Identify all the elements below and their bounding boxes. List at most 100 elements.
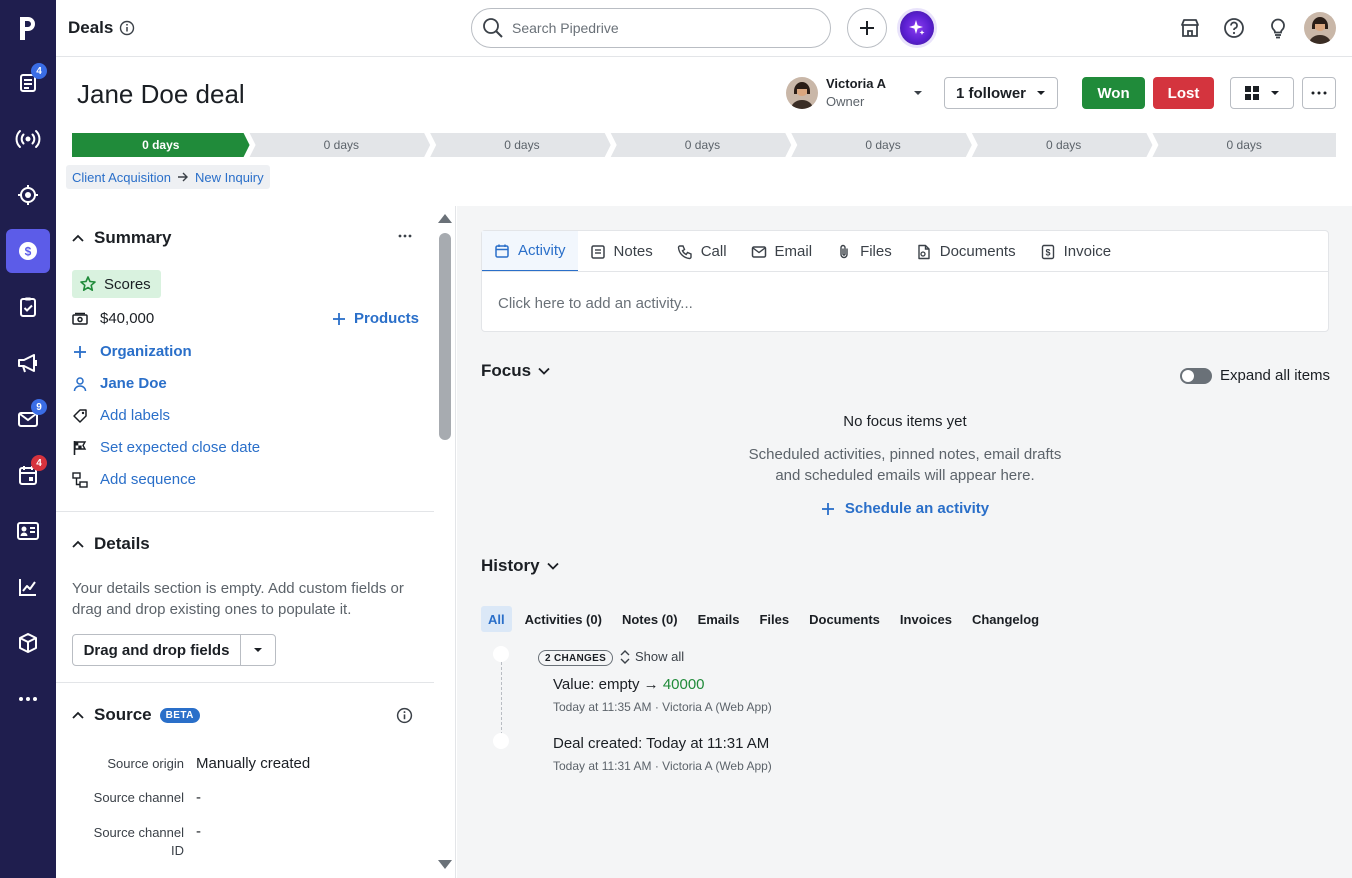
- nav-campaigns[interactable]: [6, 341, 50, 385]
- details-header[interactable]: Details: [70, 534, 150, 554]
- pipeline-stage-label[interactable]: 0 days: [794, 133, 972, 157]
- focus-empty-text: Scheduled activities, pinned notes, emai…: [748, 446, 1062, 484]
- nav-products[interactable]: [6, 621, 50, 665]
- summary-menu-button[interactable]: [398, 234, 412, 238]
- help-button[interactable]: [1220, 14, 1248, 42]
- deal-title[interactable]: Jane Doe deal: [77, 79, 245, 110]
- tab-files[interactable]: Files: [824, 231, 904, 272]
- breadcrumb-stage[interactable]: New Inquiry: [195, 170, 264, 185]
- tab-call[interactable]: Call: [665, 231, 739, 272]
- sidebar-scroll-thumb[interactable]: [439, 233, 451, 440]
- history-header[interactable]: History: [481, 556, 560, 576]
- pipeline-stage-label[interactable]: 0 days: [72, 133, 250, 157]
- more-horizontal-icon: [398, 234, 412, 238]
- quick-add-button[interactable]: [847, 8, 887, 48]
- info-icon[interactable]: [119, 20, 135, 36]
- tab-email[interactable]: Email: [739, 231, 825, 272]
- won-button[interactable]: Won: [1082, 77, 1145, 109]
- add-products-link[interactable]: Products: [332, 310, 419, 327]
- drag-drop-dropdown-button[interactable]: [241, 635, 275, 665]
- ai-assistant-button[interactable]: [897, 8, 937, 48]
- details-empty-text: Your details section is empty. Add custo…: [72, 580, 404, 618]
- owner-selector[interactable]: Victoria A Owner: [786, 76, 924, 109]
- drag-drop-fields-button[interactable]: Drag and drop fields: [73, 635, 241, 665]
- source-channel-id-label: Source channel ID: [93, 825, 184, 858]
- nav-calendar[interactable]: 4: [6, 453, 50, 497]
- more-actions-button[interactable]: [1302, 77, 1336, 109]
- tab-documents[interactable]: Documents: [904, 231, 1028, 272]
- caret-down-icon: [1271, 91, 1279, 95]
- history-filter-activities[interactable]: Activities (0): [518, 606, 609, 632]
- nav-contacts[interactable]: [6, 509, 50, 553]
- scores-chip[interactable]: Scores: [72, 270, 161, 298]
- pipedrive-logo[interactable]: [0, 0, 56, 56]
- history-filter-emails[interactable]: Emails: [691, 606, 747, 632]
- add-organization-link[interactable]: Organization: [72, 343, 192, 360]
- nav-tasks[interactable]: [6, 285, 50, 329]
- nav-activities[interactable]: 4: [6, 61, 50, 105]
- tab-activity[interactable]: Activity: [482, 231, 578, 272]
- schedule-activity-link[interactable]: Schedule an activity: [821, 500, 989, 517]
- source-channel-id-value[interactable]: -: [196, 823, 201, 840]
- followers-button[interactable]: 1 follower: [944, 77, 1058, 109]
- caret-down-icon: [254, 648, 262, 652]
- add-sequence-link[interactable]: Add sequence: [72, 471, 196, 488]
- mail-badge: 9: [31, 399, 47, 415]
- lost-button[interactable]: Lost: [1153, 77, 1214, 109]
- add-labels-link[interactable]: Add labels: [72, 407, 170, 424]
- close-date-link[interactable]: Set expected close date: [72, 439, 260, 456]
- nav-more[interactable]: [6, 677, 50, 721]
- history-filter-invoices[interactable]: Invoices: [893, 606, 959, 632]
- beta-badge: BETA: [159, 707, 200, 723]
- pipeline-stage-label[interactable]: 0 days: [253, 133, 431, 157]
- history-filter-files[interactable]: Files: [752, 606, 796, 632]
- nav-mail[interactable]: 9: [6, 397, 50, 441]
- summary-header[interactable]: Summary: [70, 228, 171, 248]
- focus-header[interactable]: Focus: [481, 361, 551, 381]
- pipeline-breadcrumb[interactable]: Client Acquisition New Inquiry: [66, 165, 270, 189]
- add-activity-prompt[interactable]: Click here to add an activity...: [498, 295, 693, 312]
- search-bar[interactable]: [471, 8, 831, 48]
- history-filter-changelog[interactable]: Changelog: [965, 606, 1046, 632]
- owner-name: Victoria A: [826, 76, 886, 91]
- expand-all-toggle[interactable]: Expand all items: [1180, 367, 1330, 384]
- email-icon: [751, 244, 767, 260]
- tips-button[interactable]: [1264, 14, 1292, 42]
- view-switcher-button[interactable]: [1230, 77, 1294, 109]
- user-avatar[interactable]: [1304, 12, 1336, 44]
- insights-icon: [19, 579, 36, 596]
- source-header[interactable]: Source BETA: [70, 705, 200, 725]
- scroll-down-arrow-icon[interactable]: [434, 858, 456, 872]
- activities-badge: 4: [31, 63, 47, 79]
- nav-insights[interactable]: [6, 565, 50, 609]
- history-filter-notes[interactable]: Notes (0): [615, 606, 685, 632]
- history-filters: All Activities (0) Notes (0) Emails Files Doc…: [481, 606, 1046, 632]
- pipeline-stage-label[interactable]: 0 days: [1155, 133, 1333, 157]
- pipeline-stage-label[interactable]: 0 days: [975, 133, 1153, 157]
- calendar-badge: 4: [31, 455, 47, 471]
- plus-icon: [333, 312, 345, 325]
- marketplace-button[interactable]: [1176, 14, 1204, 42]
- source-channel-label: Source channel: [93, 790, 184, 805]
- person-link[interactable]: Jane Doe: [72, 375, 167, 392]
- expand-vertical-icon: [620, 649, 630, 664]
- deal-value-row[interactable]: $40,000: [72, 310, 154, 327]
- source-info-button[interactable]: [396, 707, 413, 724]
- expand-all-switch[interactable]: [1180, 367, 1212, 384]
- show-all-button[interactable]: Show all: [619, 649, 684, 664]
- pipeline-stage-label[interactable]: 0 days: [614, 133, 792, 157]
- pipeline-stage-label[interactable]: 0 days: [433, 133, 611, 157]
- breadcrumb-pipeline[interactable]: Client Acquisition: [72, 170, 171, 185]
- nav-deals[interactable]: $: [6, 229, 50, 273]
- source-channel-value[interactable]: -: [196, 789, 201, 806]
- history-filter-all[interactable]: All: [481, 606, 512, 632]
- source-origin-value[interactable]: Manually created: [196, 755, 310, 772]
- nav-goals[interactable]: [6, 173, 50, 217]
- search-input[interactable]: [512, 20, 802, 36]
- nav-leads[interactable]: [6, 117, 50, 161]
- history-filter-documents[interactable]: Documents: [802, 606, 887, 632]
- history-entry-deal-created: Deal created: Today at 11:31 AM: [553, 735, 770, 752]
- tab-invoice[interactable]: $ Invoice: [1028, 231, 1124, 272]
- scroll-up-arrow-icon[interactable]: [434, 211, 456, 225]
- tab-notes[interactable]: Notes: [578, 231, 665, 272]
